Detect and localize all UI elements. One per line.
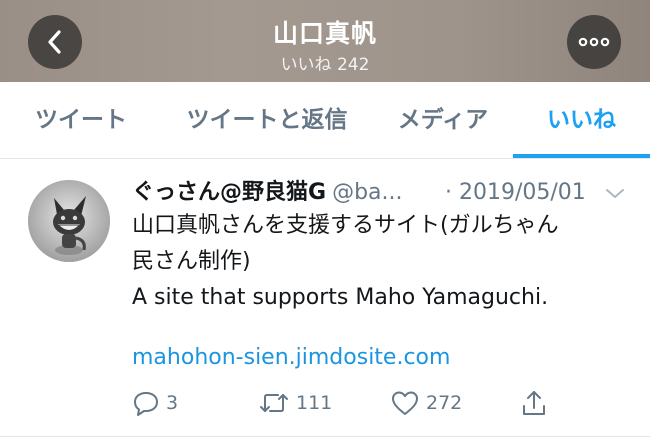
user-avatar-image — [28, 180, 110, 262]
more-horizontal-icon — [578, 37, 610, 47]
retweet-icon — [260, 394, 288, 412]
display-name[interactable]: ぐっさん@野良猫G — [132, 180, 326, 205]
profile-header: 山口真帆 いいね 242 — [0, 0, 650, 82]
share-icon — [523, 391, 545, 415]
tweet[interactable]: ぐっさん@野良猫G @ba... · 2019/05/01 山口真帆さんを支援する… — [0, 159, 650, 437]
reply-icon — [134, 392, 158, 416]
retweet-button[interactable]: 111 — [258, 388, 332, 418]
share-button[interactable] — [520, 388, 548, 418]
user-handle[interactable]: @ba... — [332, 180, 402, 205]
active-tab-indicator — [513, 154, 650, 158]
like-count: 272 — [426, 392, 463, 414]
chevron-down-icon — [606, 189, 624, 198]
tweet-text-line: 民さん制作) — [132, 249, 251, 274]
reply-button[interactable]: 3 — [132, 388, 178, 418]
more-button[interactable] — [567, 15, 621, 69]
tweet-text: 山口真帆さんを支援するサイト(ガルちゃん 民さん制作) A site that … — [132, 208, 622, 316]
avatar[interactable] — [28, 180, 110, 262]
tab-tweets-and-replies[interactable]: ツイートと返信 — [176, 82, 358, 158]
tweet-text-line: A site that supports Maho Yamaguchi. — [132, 285, 549, 310]
reply-count: 3 — [166, 392, 179, 414]
profile-name: 山口真帆 — [272, 19, 377, 48]
heart-icon — [392, 391, 418, 415]
tab-media[interactable]: メディア — [388, 82, 498, 158]
like-button[interactable]: 272 — [390, 388, 462, 418]
tab-likes[interactable]: いいね — [530, 82, 633, 158]
likes-count-label: いいね 242 — [280, 55, 370, 75]
tweet-text-line: 山口真帆さんを支援するサイト(ガルちゃん — [132, 213, 559, 238]
tab-tweets[interactable]: ツイート — [20, 82, 142, 158]
tweet-menu-button[interactable] — [602, 181, 628, 205]
tweet-date: · 2019/05/01 — [445, 180, 586, 205]
profile-tabs: ツイート ツイートと返信 メディア いいね — [0, 82, 650, 159]
tweet-actions: 3 111 272 — [132, 388, 632, 418]
retweet-count: 111 — [296, 392, 333, 414]
tweet-link[interactable]: mahohon-sien.jimdosite.com — [132, 342, 450, 374]
